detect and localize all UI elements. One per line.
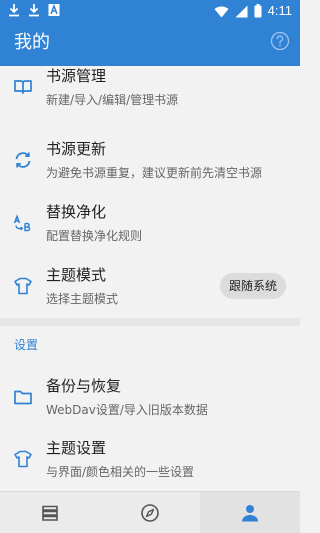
menu-item-subtitle: 新建/导入/编辑/管理书源 <box>46 93 179 107</box>
menu-item-title: 书源管理 <box>46 67 107 85</box>
replace-icon <box>13 214 31 232</box>
wifi-icon <box>214 5 229 18</box>
menu-item-title: 书源更新 <box>46 140 107 158</box>
page-title: 我的 <box>14 32 50 53</box>
download-icon <box>29 4 39 17</box>
menu-item-title: 备份与恢复 <box>46 377 122 395</box>
sync-icon <box>15 152 31 168</box>
book-icon <box>14 80 32 94</box>
compass-icon <box>141 504 159 522</box>
menu-item-title: 主题设置 <box>46 439 107 457</box>
menu-item-theme-settings[interactable]: 主题设置 与界面/颜色相关的一些设置 <box>0 428 300 490</box>
menu-item-book-source-update[interactable]: 书源更新 为避免书源重复，建议更新前先清空书源 <box>0 129 300 191</box>
menu-item-replace-purify[interactable]: 替换净化 配置替换净化规则 <box>0 192 300 254</box>
section-divider <box>0 318 300 326</box>
help-icon[interactable] <box>270 31 290 51</box>
menu-item-theme-mode[interactable]: 主题模式 选择主题模式 跟随系统 <box>0 255 300 317</box>
theme-mode-value-chip[interactable]: 跟随系统 <box>219 273 286 299</box>
menu-item-title: 替换净化 <box>46 203 107 221</box>
status-time: 4:11 <box>267 3 292 18</box>
settings-section-title: 设置 <box>14 338 39 352</box>
tab-explore[interactable] <box>100 492 200 533</box>
menu-item-subtitle: 选择主题模式 <box>46 292 119 306</box>
menu-item-subtitle: 为避免书源重复，建议更新前先清空书源 <box>46 166 263 180</box>
menu-item-backup-restore[interactable]: 备份与恢复 WebDav设置/导入旧版本数据 <box>0 366 300 428</box>
folder-icon <box>14 390 32 405</box>
person-icon <box>242 505 258 522</box>
font-icon <box>48 3 60 16</box>
bottom-navigation <box>0 491 300 533</box>
signal-icon <box>235 5 248 17</box>
shirt-icon <box>14 450 32 468</box>
battery-icon <box>254 4 262 18</box>
menu-item-subtitle: 配置替换净化规则 <box>46 229 143 243</box>
menu-item-subtitle: 与界面/颜色相关的一些设置 <box>46 465 195 479</box>
shirt-icon <box>14 277 32 295</box>
status-bar: 4:11 <box>0 0 300 22</box>
bookshelf-icon <box>42 505 58 521</box>
download-icon <box>9 4 19 17</box>
menu-item-subtitle: WebDav设置/导入旧版本数据 <box>46 403 208 417</box>
tab-my[interactable] <box>200 492 300 533</box>
status-system-icons: 4:11 <box>214 3 292 19</box>
tab-bookshelf[interactable] <box>0 492 100 533</box>
status-notification-icons <box>8 3 60 17</box>
menu-item-book-source-manage[interactable]: 书源管理 新建/导入/编辑/管理书源 <box>0 56 300 118</box>
menu-item-title: 主题模式 <box>46 266 107 284</box>
